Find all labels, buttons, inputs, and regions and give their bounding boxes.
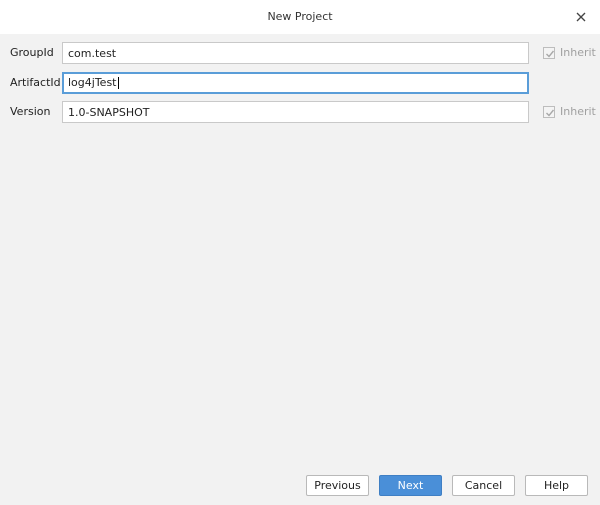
- new-project-dialog: New Project GroupId Inherit ArtifactId l…: [0, 0, 600, 505]
- group-id-inherit-checkbox[interactable]: [543, 47, 555, 59]
- previous-button[interactable]: Previous: [306, 475, 369, 496]
- artifact-id-value: log4jTest: [68, 76, 117, 89]
- check-icon: [546, 50, 555, 58]
- next-button[interactable]: Next: [379, 475, 442, 496]
- group-id-inherit-label: Inherit: [560, 46, 596, 59]
- group-id-row: GroupId Inherit: [0, 42, 600, 64]
- window-title: New Project: [267, 10, 333, 23]
- artifact-id-row: ArtifactId log4jTest: [0, 72, 600, 94]
- check-icon: [546, 109, 555, 117]
- version-inherit-label: Inherit: [560, 105, 596, 118]
- version-row: Version Inherit: [0, 101, 600, 123]
- text-caret: [117, 77, 119, 89]
- cancel-button[interactable]: Cancel: [452, 475, 515, 496]
- version-inherit-checkbox[interactable]: [543, 106, 555, 118]
- group-id-field[interactable]: [62, 42, 529, 64]
- version-field[interactable]: [62, 101, 529, 123]
- close-icon[interactable]: [572, 8, 590, 26]
- help-button[interactable]: Help: [525, 475, 588, 496]
- group-id-label: GroupId: [10, 46, 54, 59]
- artifact-id-label: ArtifactId: [10, 76, 61, 89]
- version-label: Version: [10, 105, 51, 118]
- artifact-id-field[interactable]: log4jTest: [62, 72, 529, 94]
- title-bar: New Project: [0, 0, 600, 34]
